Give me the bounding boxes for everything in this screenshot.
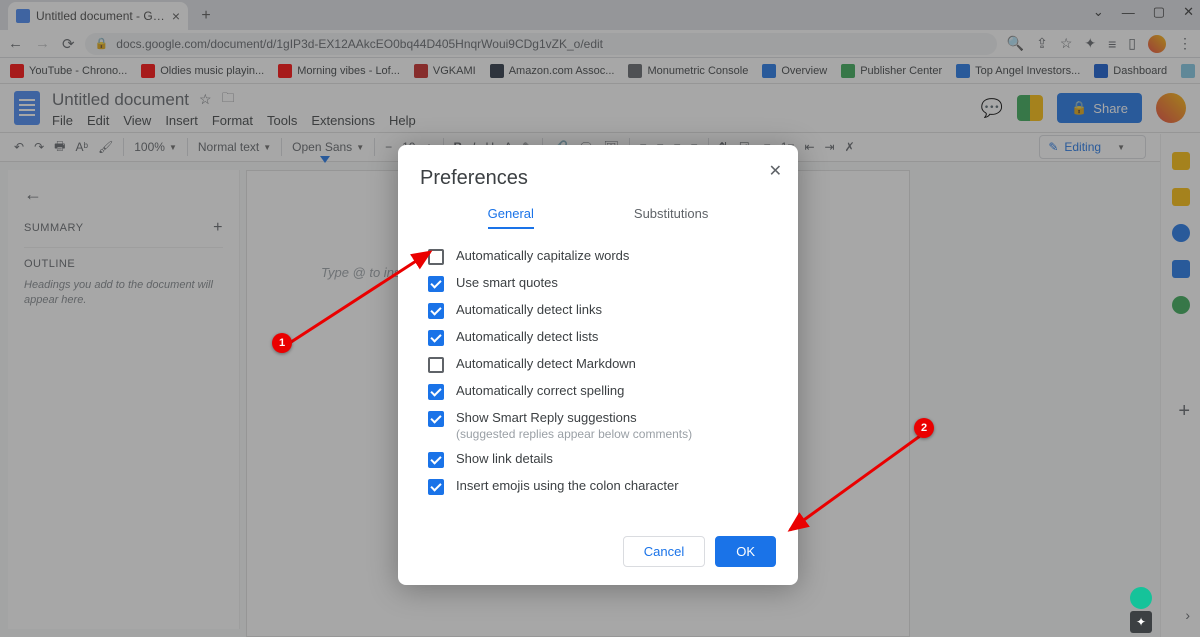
annotation-badge-1: 1	[272, 333, 292, 353]
pref-label: Automatically detect links	[456, 302, 602, 317]
pref-row: Use smart quotes	[420, 270, 776, 297]
pref-label: Automatically correct spelling	[456, 383, 624, 398]
pref-row: Automatically detect links	[420, 297, 776, 324]
pref-label: Automatically capitalize words	[456, 248, 629, 263]
tab-general[interactable]: General	[488, 206, 534, 229]
pref-row: Automatically correct spelling	[420, 378, 776, 405]
grammarly-icon[interactable]	[1130, 587, 1152, 609]
dialog-close-icon[interactable]: ✕	[769, 161, 782, 181]
pref-row: Automatically detect lists	[420, 324, 776, 351]
pref-row: Insert emojis using the colon character	[420, 473, 776, 500]
pref-checkbox[interactable]	[428, 384, 444, 400]
pref-checkbox[interactable]	[428, 452, 444, 468]
pref-label: Show link details	[456, 451, 553, 466]
pref-row: Show link details	[420, 446, 776, 473]
pref-label: Show Smart Reply suggestions(suggested r…	[456, 410, 692, 441]
annotation-badge-2: 2	[914, 418, 934, 438]
dialog-title: Preferences	[420, 167, 776, 190]
pref-label: Automatically detect lists	[456, 329, 598, 344]
pref-label: Use smart quotes	[456, 275, 558, 290]
preferences-dialog: Preferences ✕ General Substitutions Auto…	[398, 145, 798, 585]
cancel-button[interactable]: Cancel	[623, 536, 705, 567]
pref-label: Insert emojis using the colon character	[456, 478, 679, 493]
pref-checkbox[interactable]	[428, 411, 444, 427]
pref-row: Show Smart Reply suggestions(suggested r…	[420, 405, 776, 446]
pref-label: Automatically detect Markdown	[456, 356, 636, 371]
pref-row: Automatically capitalize words	[420, 243, 776, 270]
pref-row: Automatically detect Markdown	[420, 351, 776, 378]
pref-checkbox[interactable]	[428, 479, 444, 495]
explore-icon[interactable]: ✦	[1130, 611, 1152, 633]
tab-substitutions[interactable]: Substitutions	[634, 206, 708, 229]
ok-button[interactable]: OK	[715, 536, 776, 567]
pref-checkbox[interactable]	[428, 357, 444, 373]
